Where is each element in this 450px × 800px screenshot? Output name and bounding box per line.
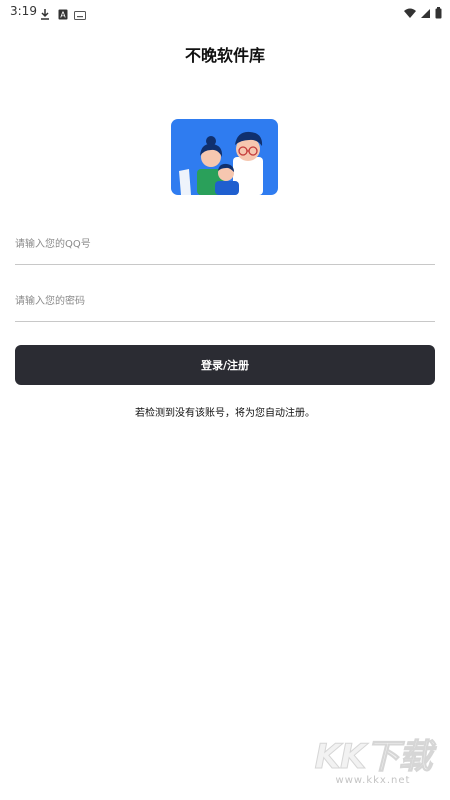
- page-title: 不晚软件库: [184, 46, 265, 65]
- watermark-logo: KK下载: [314, 737, 433, 777]
- download-icon: [40, 5, 50, 24]
- qq-number-input[interactable]: [15, 232, 435, 256]
- wifi-icon: [404, 4, 416, 23]
- login-register-button[interactable]: 登录/注册: [15, 345, 435, 385]
- family-illustration: [171, 119, 278, 195]
- svg-text:A: A: [60, 11, 66, 20]
- keyboard-icon: [74, 5, 86, 24]
- a-box-icon: A: [58, 5, 68, 24]
- qq-number-field[interactable]: [15, 224, 435, 265]
- status-bar: 3:19 A: [0, 0, 450, 22]
- status-time: 3:19: [10, 4, 37, 18]
- signal-icon: [420, 4, 431, 23]
- watermark: KK下载 www.kkx.net: [308, 737, 438, 787]
- battery-icon: [435, 4, 442, 23]
- password-input[interactable]: [15, 289, 435, 313]
- password-field[interactable]: [15, 281, 435, 322]
- auto-register-notice: 若检测到没有该账号，将为您自动注册。: [135, 408, 315, 419]
